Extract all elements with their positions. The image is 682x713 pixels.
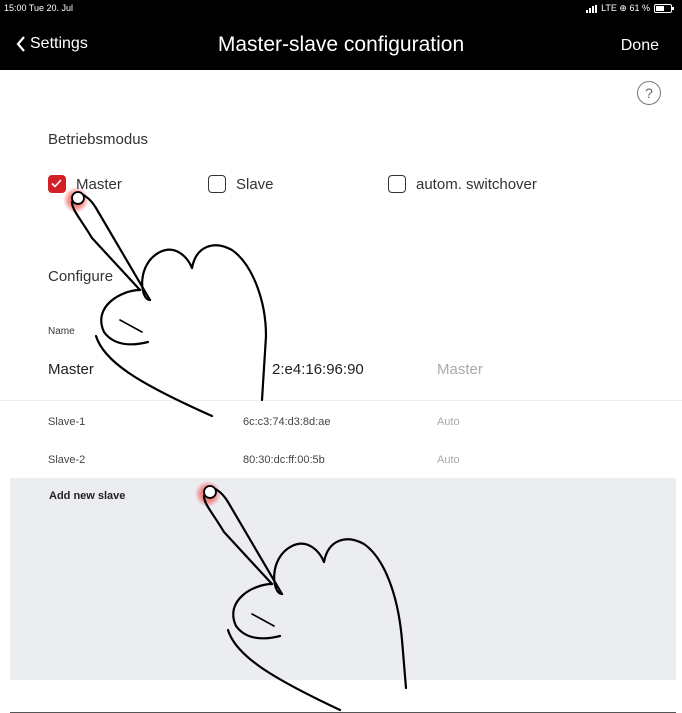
signal-icon (586, 4, 598, 13)
checkmark-icon (51, 179, 62, 188)
master-option[interactable]: Master (48, 175, 122, 193)
master-mode: Master (437, 361, 483, 378)
help-icon[interactable]: ? (637, 81, 661, 105)
name-column-label: Name (48, 326, 75, 337)
master-option-label: Master (76, 175, 122, 193)
table-row[interactable]: Slave-2 80:30:dc:ff:00:5b Auto (0, 448, 682, 472)
slave-name: Slave-2 (48, 454, 86, 466)
slave-checkbox[interactable] (208, 175, 226, 193)
mode-heading: Betriebsmodus (48, 131, 149, 148)
battery-icon (654, 4, 674, 13)
configure-heading: Configure (48, 268, 114, 285)
table-row[interactable]: Slave-1 6c:c3:74:d3:8d:ae Auto (0, 410, 682, 434)
switchover-option-label: autom. switchover (416, 175, 537, 193)
top-bar: 15:00 Tue 20. Jul LTE ⊕ 61 % Settings Ma… (0, 0, 682, 70)
switchover-checkbox[interactable] (388, 175, 406, 193)
master-mac: 2:e4:16:96:90 (272, 361, 364, 378)
slave-mode: Auto (437, 454, 460, 466)
network-status: LTE ⊕ 61 % (601, 3, 650, 13)
status-indicators: LTE ⊕ 61 % (586, 3, 674, 14)
add-slave-panel: Add new slave (10, 478, 676, 680)
switchover-option[interactable]: autom. switchover (388, 175, 537, 193)
divider (0, 400, 682, 401)
page-title: Master-slave configuration (217, 33, 465, 56)
slave-mac: 80:30:dc:ff:00:5b (243, 454, 325, 466)
master-name: Master (48, 361, 94, 378)
slave-name: Slave-1 (48, 416, 86, 428)
slave-mac: 6c:c3:74:d3:8d:ae (243, 416, 331, 428)
done-button[interactable]: Done (621, 37, 659, 55)
add-new-slave-button[interactable]: Add new slave (49, 490, 125, 502)
master-row[interactable]: Master 2:e4:16:96:90 Master (0, 355, 682, 383)
slave-option[interactable]: Slave (208, 175, 274, 193)
slave-option-label: Slave (236, 175, 274, 193)
slave-mode: Auto (437, 416, 460, 428)
status-bar: 15:00 Tue 20. Jul LTE ⊕ 61 % (0, 0, 682, 16)
master-checkbox[interactable] (48, 175, 66, 193)
status-time: 15:00 Tue 20. Jul (4, 3, 74, 13)
